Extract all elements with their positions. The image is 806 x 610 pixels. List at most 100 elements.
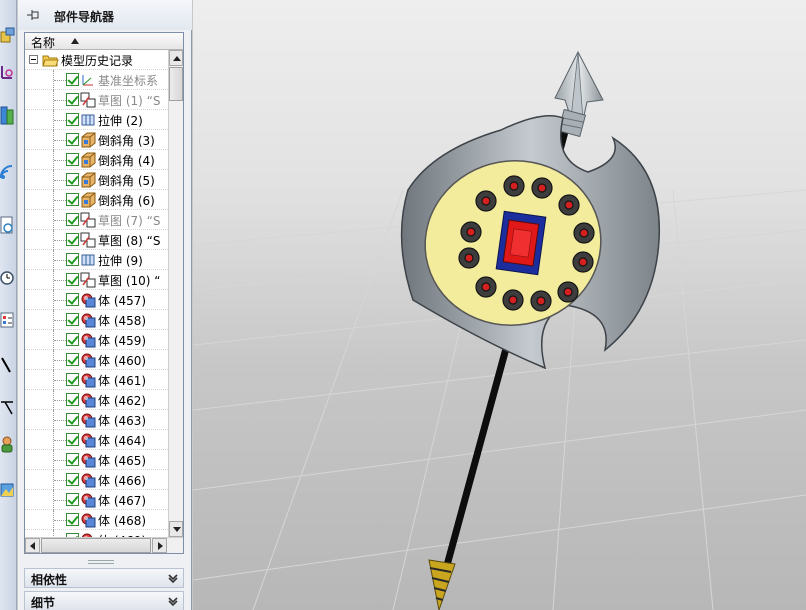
palette-icon[interactable]: [0, 478, 16, 502]
visibility-checkbox[interactable]: [66, 473, 79, 486]
visibility-checkbox[interactable]: [66, 153, 79, 166]
visibility-checkbox[interactable]: [66, 293, 79, 306]
tree-connector: [54, 320, 66, 321]
system-materials-icon[interactable]: [0, 308, 16, 332]
tree-root-label: 模型历史记录: [61, 54, 134, 68]
tree-row[interactable]: 草图 (10) “: [25, 270, 168, 290]
tree-connector: [54, 420, 66, 421]
graphics-viewport[interactable]: [193, 0, 806, 610]
tree-row[interactable]: 体 (469): [25, 530, 168, 537]
tree-row[interactable]: 体 (464): [25, 430, 168, 450]
tree-row[interactable]: 草图 (1) “S: [25, 90, 168, 110]
visibility-checkbox[interactable]: [66, 333, 79, 346]
tree-connector: [54, 400, 66, 401]
tree-row[interactable]: 体 (457): [25, 290, 168, 310]
visibility-checkbox[interactable]: [66, 413, 79, 426]
body-icon: [80, 492, 96, 508]
pin-icon[interactable]: [26, 9, 40, 21]
web-browser-icon[interactable]: [0, 160, 16, 184]
visibility-checkbox[interactable]: [66, 133, 79, 146]
measure-tool-icon[interactable]: [0, 394, 16, 418]
chevron-down-icon: [168, 597, 178, 607]
scroll-up-button[interactable]: [169, 50, 183, 66]
tree-row[interactable]: 体 (465): [25, 450, 168, 470]
model-tree: 名称 模型历史记录 基准坐标系 草图 (1) “S 拉伸 (2) 倒斜角 (3) 倒斜角…: [24, 32, 184, 554]
visibility-checkbox[interactable]: [66, 213, 79, 226]
assembly-navigator-icon[interactable]: [0, 26, 16, 50]
visibility-checkbox[interactable]: [66, 453, 79, 466]
scroll-down-button[interactable]: [169, 521, 183, 537]
tree-row-label: 体 (466): [98, 474, 147, 488]
tree-row-label: 倒斜角 (3): [98, 134, 155, 148]
tree-row[interactable]: 拉伸 (9): [25, 250, 168, 270]
tree-row[interactable]: 体 (468): [25, 510, 168, 530]
tree-row[interactable]: 草图 (8) “S: [25, 230, 168, 250]
visibility-checkbox[interactable]: [66, 353, 79, 366]
tree-row[interactable]: 体 (462): [25, 390, 168, 410]
tree-row[interactable]: 体 (460): [25, 350, 168, 370]
section-dependencies-label: 相依性: [31, 573, 68, 587]
column-header-label: 名称: [31, 36, 56, 50]
tree-row-label: 倒斜角 (4): [98, 154, 155, 168]
tree-row[interactable]: 体 (459): [25, 330, 168, 350]
visibility-checkbox[interactable]: [66, 253, 79, 266]
tree-row[interactable]: 倒斜角 (4): [25, 150, 168, 170]
tree-connector: [54, 500, 66, 501]
scroll-thumb[interactable]: [169, 67, 183, 101]
visibility-checkbox[interactable]: [66, 373, 79, 386]
clock-icon[interactable]: [0, 266, 16, 290]
visibility-checkbox[interactable]: [66, 233, 79, 246]
visibility-checkbox[interactable]: [66, 393, 79, 406]
visibility-checkbox[interactable]: [66, 193, 79, 206]
visibility-checkbox[interactable]: [66, 513, 79, 526]
tree-row-label: 体 (465): [98, 454, 147, 468]
tree-row[interactable]: 拉伸 (2): [25, 110, 168, 130]
pen-tool-icon[interactable]: [0, 352, 16, 376]
part-navigator-icon[interactable]: [0, 104, 16, 128]
constraint-navigator-icon[interactable]: [0, 62, 16, 86]
vertical-scrollbar[interactable]: [168, 50, 183, 537]
tree-connector: [54, 480, 66, 481]
section-dependencies[interactable]: 相依性: [24, 568, 184, 588]
collapse-icon[interactable]: [29, 55, 38, 64]
scroll-thumb-horizontal[interactable]: [41, 538, 151, 553]
visibility-checkbox[interactable]: [66, 113, 79, 126]
tree-row[interactable]: 体 (458): [25, 310, 168, 330]
visibility-checkbox[interactable]: [66, 73, 79, 86]
scroll-right-button[interactable]: [152, 538, 167, 553]
visibility-checkbox[interactable]: [66, 93, 79, 106]
tree-connector: [54, 180, 66, 181]
tree-root-model-history[interactable]: 模型历史记录: [25, 50, 168, 70]
horizontal-scrollbar[interactable]: [25, 537, 183, 553]
body-icon: [80, 472, 96, 488]
tree-row-label: 体 (463): [98, 414, 147, 428]
tree-row[interactable]: 草图 (7) “S: [25, 210, 168, 230]
resource-bar: [0, 0, 17, 610]
tree-row[interactable]: 体 (461): [25, 370, 168, 390]
sketch-icon: [80, 232, 96, 248]
visibility-checkbox[interactable]: [66, 313, 79, 326]
tree-row[interactable]: 倒斜角 (3): [25, 130, 168, 150]
tree-connector: [54, 220, 66, 221]
chamfer-icon: [80, 132, 96, 148]
history-icon[interactable]: [0, 214, 16, 238]
sketch-icon: [80, 92, 96, 108]
role-icon[interactable]: [0, 432, 16, 456]
visibility-checkbox[interactable]: [66, 273, 79, 286]
visibility-checkbox[interactable]: [66, 433, 79, 446]
tree-row[interactable]: 体 (463): [25, 410, 168, 430]
splitter-grip[interactable]: [88, 560, 114, 564]
tree-row[interactable]: 倒斜角 (5): [25, 170, 168, 190]
column-header-name[interactable]: 名称: [25, 33, 183, 50]
visibility-checkbox[interactable]: [66, 493, 79, 506]
body-icon: [80, 512, 96, 528]
visibility-checkbox[interactable]: [66, 173, 79, 186]
tree-row[interactable]: 体 (467): [25, 490, 168, 510]
section-details[interactable]: 细节: [24, 591, 184, 610]
tree-row[interactable]: 基准坐标系: [25, 70, 168, 90]
tree-row[interactable]: 体 (466): [25, 470, 168, 490]
tree-row-label: 体 (458): [98, 314, 147, 328]
tree-row-label: 倒斜角 (5): [98, 174, 155, 188]
scroll-left-button[interactable]: [25, 538, 40, 553]
tree-row[interactable]: 倒斜角 (6): [25, 190, 168, 210]
